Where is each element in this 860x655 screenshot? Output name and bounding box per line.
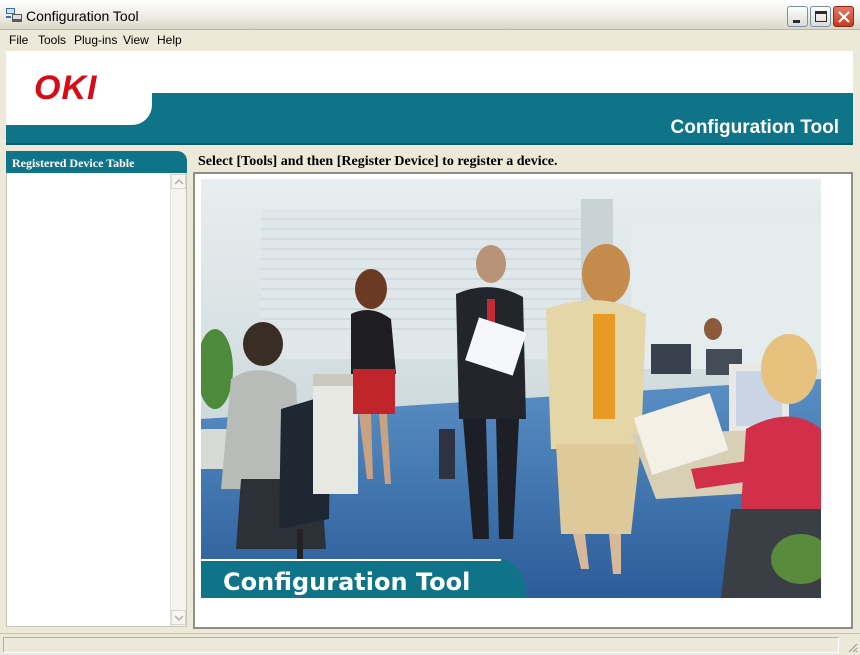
chevron-up-icon [174,178,184,185]
status-bar [0,633,860,655]
scroll-down-button[interactable] [171,610,186,625]
minimize-icon [793,20,800,23]
menu-file[interactable]: File [9,33,28,47]
title-bar[interactable]: Configuration Tool [0,0,860,30]
close-icon [838,11,850,23]
minimize-button[interactable] [787,6,808,27]
office-photo: Configuration Tool [201,179,821,598]
sidebar-scrollbar[interactable] [170,173,186,626]
maximize-icon [815,11,827,22]
maximize-button[interactable] [810,6,831,27]
splash-image-frame: Configuration Tool [193,172,853,629]
configuration-tool-app-icon [6,8,22,22]
scroll-up-button[interactable] [171,174,186,189]
instruction-text: Select [Tools] and then [Register Device… [198,154,558,169]
logo-card: OKI [6,51,152,125]
banner-title: Configuration Tool [670,117,840,138]
banner-divider [6,143,853,145]
header-banner: OKI Configuration Tool [6,51,853,145]
splash-caption: Configuration Tool [223,568,471,596]
oki-logo: OKI [34,69,98,107]
status-panel [3,637,839,653]
office-scene-illustration [201,179,821,598]
menu-help[interactable]: Help [157,33,182,47]
close-button[interactable] [833,6,854,27]
registered-device-table-header: Registered Device Table [6,151,187,173]
window-title: Configuration Tool [26,8,139,24]
menu-bar: File Tools Plug-ins View Help [0,30,860,50]
resize-grip-icon[interactable] [846,641,858,653]
menu-view[interactable]: View [123,33,149,47]
chevron-down-icon [174,615,184,622]
menu-plugins[interactable]: Plug-ins [74,33,117,47]
menu-tools[interactable]: Tools [38,33,66,47]
registered-device-list[interactable] [6,173,187,627]
